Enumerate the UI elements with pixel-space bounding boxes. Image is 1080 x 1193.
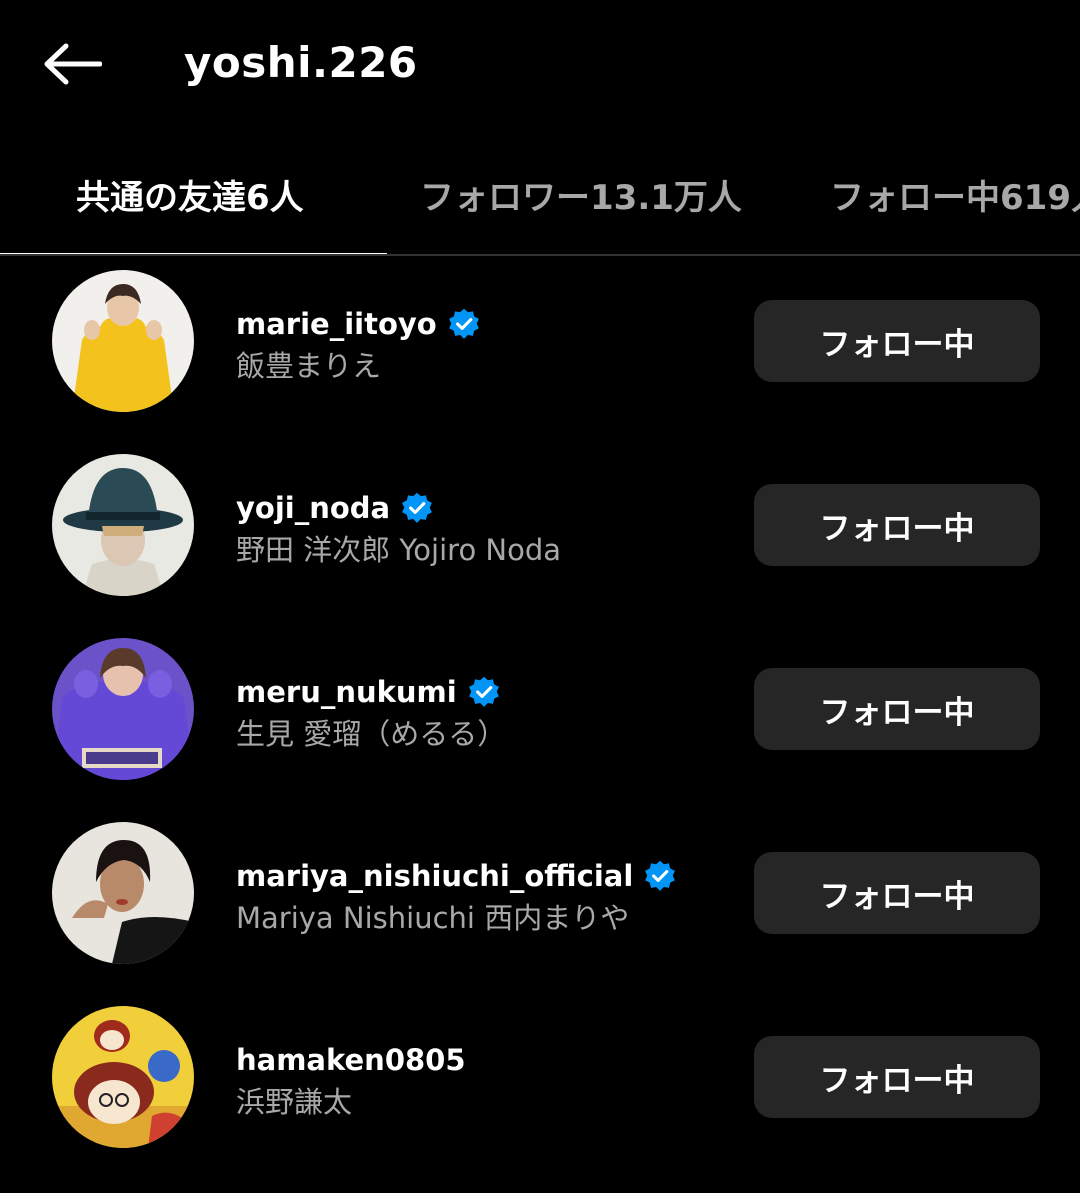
avatar[interactable] bbox=[52, 270, 194, 412]
username: marie_iitoyo bbox=[236, 307, 437, 341]
list-item[interactable]: hamaken0805 浜野謙太 フォロー中 bbox=[0, 1002, 1080, 1186]
tab-mutual-friends[interactable]: 共通の友達6人 bbox=[76, 170, 304, 219]
user-info: marie_iitoyo 飯豊まりえ bbox=[236, 304, 481, 388]
following-button[interactable]: フォロー中 bbox=[754, 1036, 1040, 1118]
page-title: yoshi.226 bbox=[184, 38, 418, 87]
following-button[interactable]: フォロー中 bbox=[754, 484, 1040, 566]
username: mariya_nishiuchi_official bbox=[236, 859, 634, 893]
avatar[interactable] bbox=[52, 638, 194, 780]
user-info: meru_nukumi 生見 愛瑠（めるる） bbox=[236, 672, 506, 756]
avatar[interactable] bbox=[52, 454, 194, 596]
avatar[interactable] bbox=[52, 822, 194, 964]
full-name: 浜野謙太 bbox=[236, 1085, 353, 1119]
full-name: Mariya Nishiuchi 西内まりや bbox=[236, 901, 630, 935]
top-bar: yoshi.226 bbox=[0, 0, 1080, 128]
following-button[interactable]: フォロー中 bbox=[754, 300, 1040, 382]
username: hamaken0805 bbox=[236, 1043, 466, 1077]
username: meru_nukumi bbox=[236, 675, 457, 709]
full-name: 生見 愛瑠（めるる） bbox=[236, 717, 507, 751]
user-info: yoji_noda 野田 洋次郎 Yojiro Noda bbox=[236, 488, 561, 572]
tab-bar: 共通の友達6人 フォロワー13.1万人 フォロー中619人 bbox=[0, 140, 1080, 256]
tab-following[interactable]: フォロー中619人 bbox=[830, 170, 1080, 219]
verified-badge-icon bbox=[468, 676, 499, 707]
user-info: hamaken0805 浜野謙太 bbox=[236, 1040, 466, 1124]
active-tab-indicator bbox=[0, 253, 387, 254]
back-button[interactable] bbox=[40, 38, 104, 90]
following-button[interactable]: フォロー中 bbox=[754, 668, 1040, 750]
user-info: mariya_nishiuchi_official Mariya Nishiuc… bbox=[236, 856, 677, 940]
list-item[interactable]: meru_nukumi 生見 愛瑠（めるる） フォロー中 bbox=[0, 634, 1080, 818]
list-item[interactable]: marie_iitoyo 飯豊まりえ フォロー中 bbox=[0, 266, 1080, 450]
username: yoji_noda bbox=[236, 491, 391, 525]
verified-badge-icon bbox=[448, 308, 479, 339]
full-name: 野田 洋次郎 Yojiro Noda bbox=[236, 533, 562, 567]
tab-followers[interactable]: フォロワー13.1万人 bbox=[420, 170, 742, 219]
verified-badge-icon bbox=[645, 860, 676, 891]
arrow-left-icon bbox=[44, 43, 102, 85]
avatar[interactable] bbox=[52, 1006, 194, 1148]
following-button[interactable]: フォロー中 bbox=[754, 852, 1040, 934]
list-item[interactable]: yoji_noda 野田 洋次郎 Yojiro Noda フォロー中 bbox=[0, 450, 1080, 634]
list-item[interactable]: mariya_nishiuchi_official Mariya Nishiuc… bbox=[0, 818, 1080, 1002]
verified-badge-icon bbox=[402, 492, 432, 523]
full-name: 飯豊まりえ bbox=[236, 349, 382, 383]
